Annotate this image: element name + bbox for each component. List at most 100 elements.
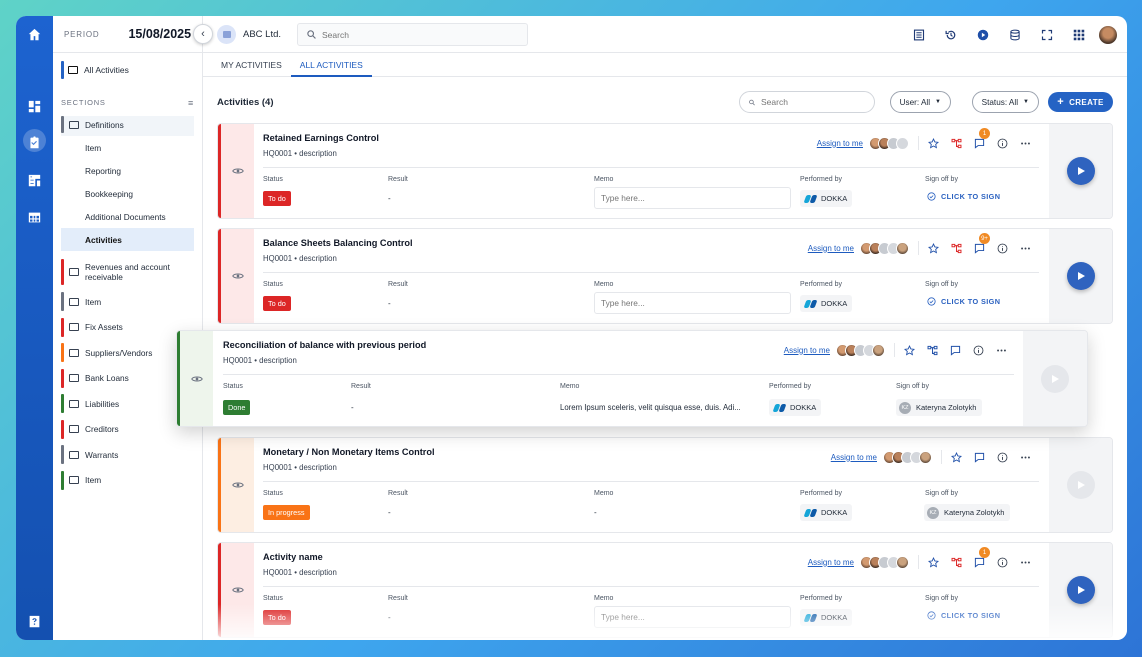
- activities-search[interactable]: [739, 91, 875, 113]
- info-icon[interactable]: [991, 136, 1014, 150]
- play-circle-icon[interactable]: [967, 25, 999, 45]
- assign-to-me-link[interactable]: Assign to me: [817, 139, 863, 148]
- activity-card[interactable]: Monetary / Non Monetary Items Control HQ…: [217, 437, 1113, 533]
- sidebar-subitem-bookkeeping[interactable]: Bookkeeping: [61, 182, 194, 205]
- assign-to-me-link[interactable]: Assign to me: [808, 244, 854, 253]
- star-icon[interactable]: [922, 555, 945, 569]
- click-to-sign-button[interactable]: CLICK TO SIGN: [927, 611, 1000, 620]
- info-icon[interactable]: [991, 555, 1014, 569]
- assignee-avatars[interactable]: [860, 241, 909, 255]
- hierarchy-icon[interactable]: [945, 241, 968, 255]
- tab-all-activities[interactable]: ALL ACTIVITIES: [290, 53, 372, 77]
- sidebar-item-creditors[interactable]: Creditors: [61, 417, 194, 443]
- assignee-avatars[interactable]: [869, 136, 909, 150]
- more-options-icon[interactable]: [990, 343, 1013, 357]
- sidebar-item-bank-loans[interactable]: Bank Loans: [61, 366, 194, 392]
- clipboard-check-icon[interactable]: [16, 129, 53, 155]
- sidebar-item-revenues[interactable]: Revenues and account receivable: [61, 255, 194, 289]
- eye-icon[interactable]: [190, 375, 203, 383]
- collapse-sidebar-button[interactable]: ‹: [193, 24, 213, 44]
- company-name[interactable]: ABC Ltd.: [243, 29, 281, 40]
- hierarchy-icon[interactable]: [921, 343, 944, 357]
- activity-title[interactable]: Monetary / Non Monetary Items Control: [263, 447, 435, 457]
- eye-icon[interactable]: [231, 167, 244, 175]
- memo-value[interactable]: Lorem Ipsum sceleris, velit quisqua esse…: [560, 403, 763, 412]
- user-avatar[interactable]: [1099, 26, 1117, 44]
- assign-to-me-link[interactable]: Assign to me: [808, 558, 854, 567]
- create-button[interactable]: + CREATE: [1048, 92, 1113, 112]
- database-icon[interactable]: [999, 25, 1031, 45]
- filter-icon[interactable]: ≡: [188, 98, 194, 108]
- global-search[interactable]: [297, 23, 528, 46]
- info-icon[interactable]: [967, 343, 990, 357]
- hierarchy-icon[interactable]: [945, 136, 968, 150]
- status-badge[interactable]: To do: [263, 296, 291, 311]
- memo-field[interactable]: [594, 606, 791, 628]
- comment-icon[interactable]: [968, 450, 991, 464]
- report-icon[interactable]: [903, 25, 935, 45]
- activity-title[interactable]: Retained Earnings Control: [263, 133, 379, 143]
- sidebar-item-liabilities[interactable]: Liabilities: [61, 391, 194, 417]
- hierarchy-icon[interactable]: [945, 555, 968, 569]
- sidebar-item-suppliers[interactable]: Suppliers/Vendors: [61, 340, 194, 366]
- star-icon[interactable]: [922, 241, 945, 255]
- sidebar-subitem-activities[interactable]: Activities: [61, 228, 194, 251]
- home-icon[interactable]: [16, 21, 53, 47]
- more-options-icon[interactable]: [1014, 450, 1037, 464]
- info-icon[interactable]: [991, 241, 1014, 255]
- run-button[interactable]: [1066, 262, 1095, 290]
- more-options-icon[interactable]: [1014, 555, 1037, 569]
- table-icon[interactable]: [16, 204, 53, 230]
- activity-title[interactable]: Activity name: [263, 552, 323, 562]
- sidebar-item-definitions[interactable]: Definitions: [61, 116, 194, 133]
- user-filter-dropdown[interactable]: User: All ▼: [889, 91, 951, 113]
- memo-field[interactable]: [594, 187, 791, 209]
- fullscreen-icon[interactable]: [1031, 25, 1063, 45]
- run-button[interactable]: [1066, 576, 1095, 604]
- star-icon[interactable]: [922, 136, 945, 150]
- comment-icon[interactable]: 1: [968, 547, 991, 569]
- more-options-icon[interactable]: [1014, 136, 1037, 150]
- status-badge[interactable]: Done: [223, 400, 251, 415]
- activity-title[interactable]: Reconciliation of balance with previous …: [223, 340, 426, 350]
- status-badge[interactable]: To do: [263, 191, 291, 206]
- sidebar-item-item-2[interactable]: Item: [61, 468, 194, 494]
- memo-input[interactable]: [601, 298, 781, 308]
- eye-icon[interactable]: [231, 586, 244, 594]
- activity-card[interactable]: Retained Earnings Control HQ0001 • descr…: [217, 123, 1113, 219]
- status-badge[interactable]: In progress: [263, 505, 310, 520]
- status-badge[interactable]: To do: [263, 610, 291, 625]
- sidebar-subitem-reporting[interactable]: Reporting: [61, 159, 194, 182]
- period-value[interactable]: 15/08/2025: [128, 27, 191, 41]
- tab-my-activities[interactable]: MY ACTIVITIES: [212, 53, 291, 76]
- run-button[interactable]: [1066, 157, 1095, 185]
- activity-title[interactable]: Balance Sheets Balancing Control: [263, 238, 413, 248]
- star-icon[interactable]: [898, 343, 921, 357]
- activity-card[interactable]: Balance Sheets Balancing Control HQ0001 …: [217, 228, 1113, 324]
- apps-grid-icon[interactable]: [1063, 25, 1095, 45]
- sidebar-item-item[interactable]: Item: [61, 289, 194, 315]
- comment-icon[interactable]: 1: [968, 128, 991, 150]
- sidebar-subitem-additional-documents[interactable]: Additional Documents: [61, 205, 194, 228]
- assignee-avatars[interactable]: [836, 343, 885, 357]
- sidebar-subitem-item[interactable]: Item: [61, 136, 194, 159]
- assignee-avatars[interactable]: [883, 450, 932, 464]
- status-filter-dropdown[interactable]: Status: All ▼: [971, 91, 1039, 113]
- activity-card[interactable]: Activity name HQ0001 • description Assig…: [217, 542, 1113, 638]
- history-icon[interactable]: [935, 25, 967, 45]
- memo-field[interactable]: [594, 292, 791, 314]
- comment-icon[interactable]: 9+: [968, 233, 991, 255]
- assign-to-me-link[interactable]: Assign to me: [831, 453, 877, 462]
- sidebar-item-all-activities[interactable]: All Activities: [61, 61, 194, 79]
- memo-input[interactable]: [601, 193, 781, 203]
- sidebar-item-warrants[interactable]: Warrants: [61, 442, 194, 468]
- click-to-sign-button[interactable]: CLICK TO SIGN: [927, 297, 1000, 306]
- activities-search-input[interactable]: [760, 97, 874, 107]
- assignee-avatars[interactable]: [860, 555, 909, 569]
- eye-icon[interactable]: [231, 272, 244, 280]
- global-search-input[interactable]: [322, 29, 492, 40]
- assign-to-me-link[interactable]: Assign to me: [784, 346, 830, 355]
- star-icon[interactable]: [945, 450, 968, 464]
- dashboard-icon[interactable]: [16, 93, 53, 119]
- click-to-sign-button[interactable]: CLICK TO SIGN: [927, 192, 1000, 201]
